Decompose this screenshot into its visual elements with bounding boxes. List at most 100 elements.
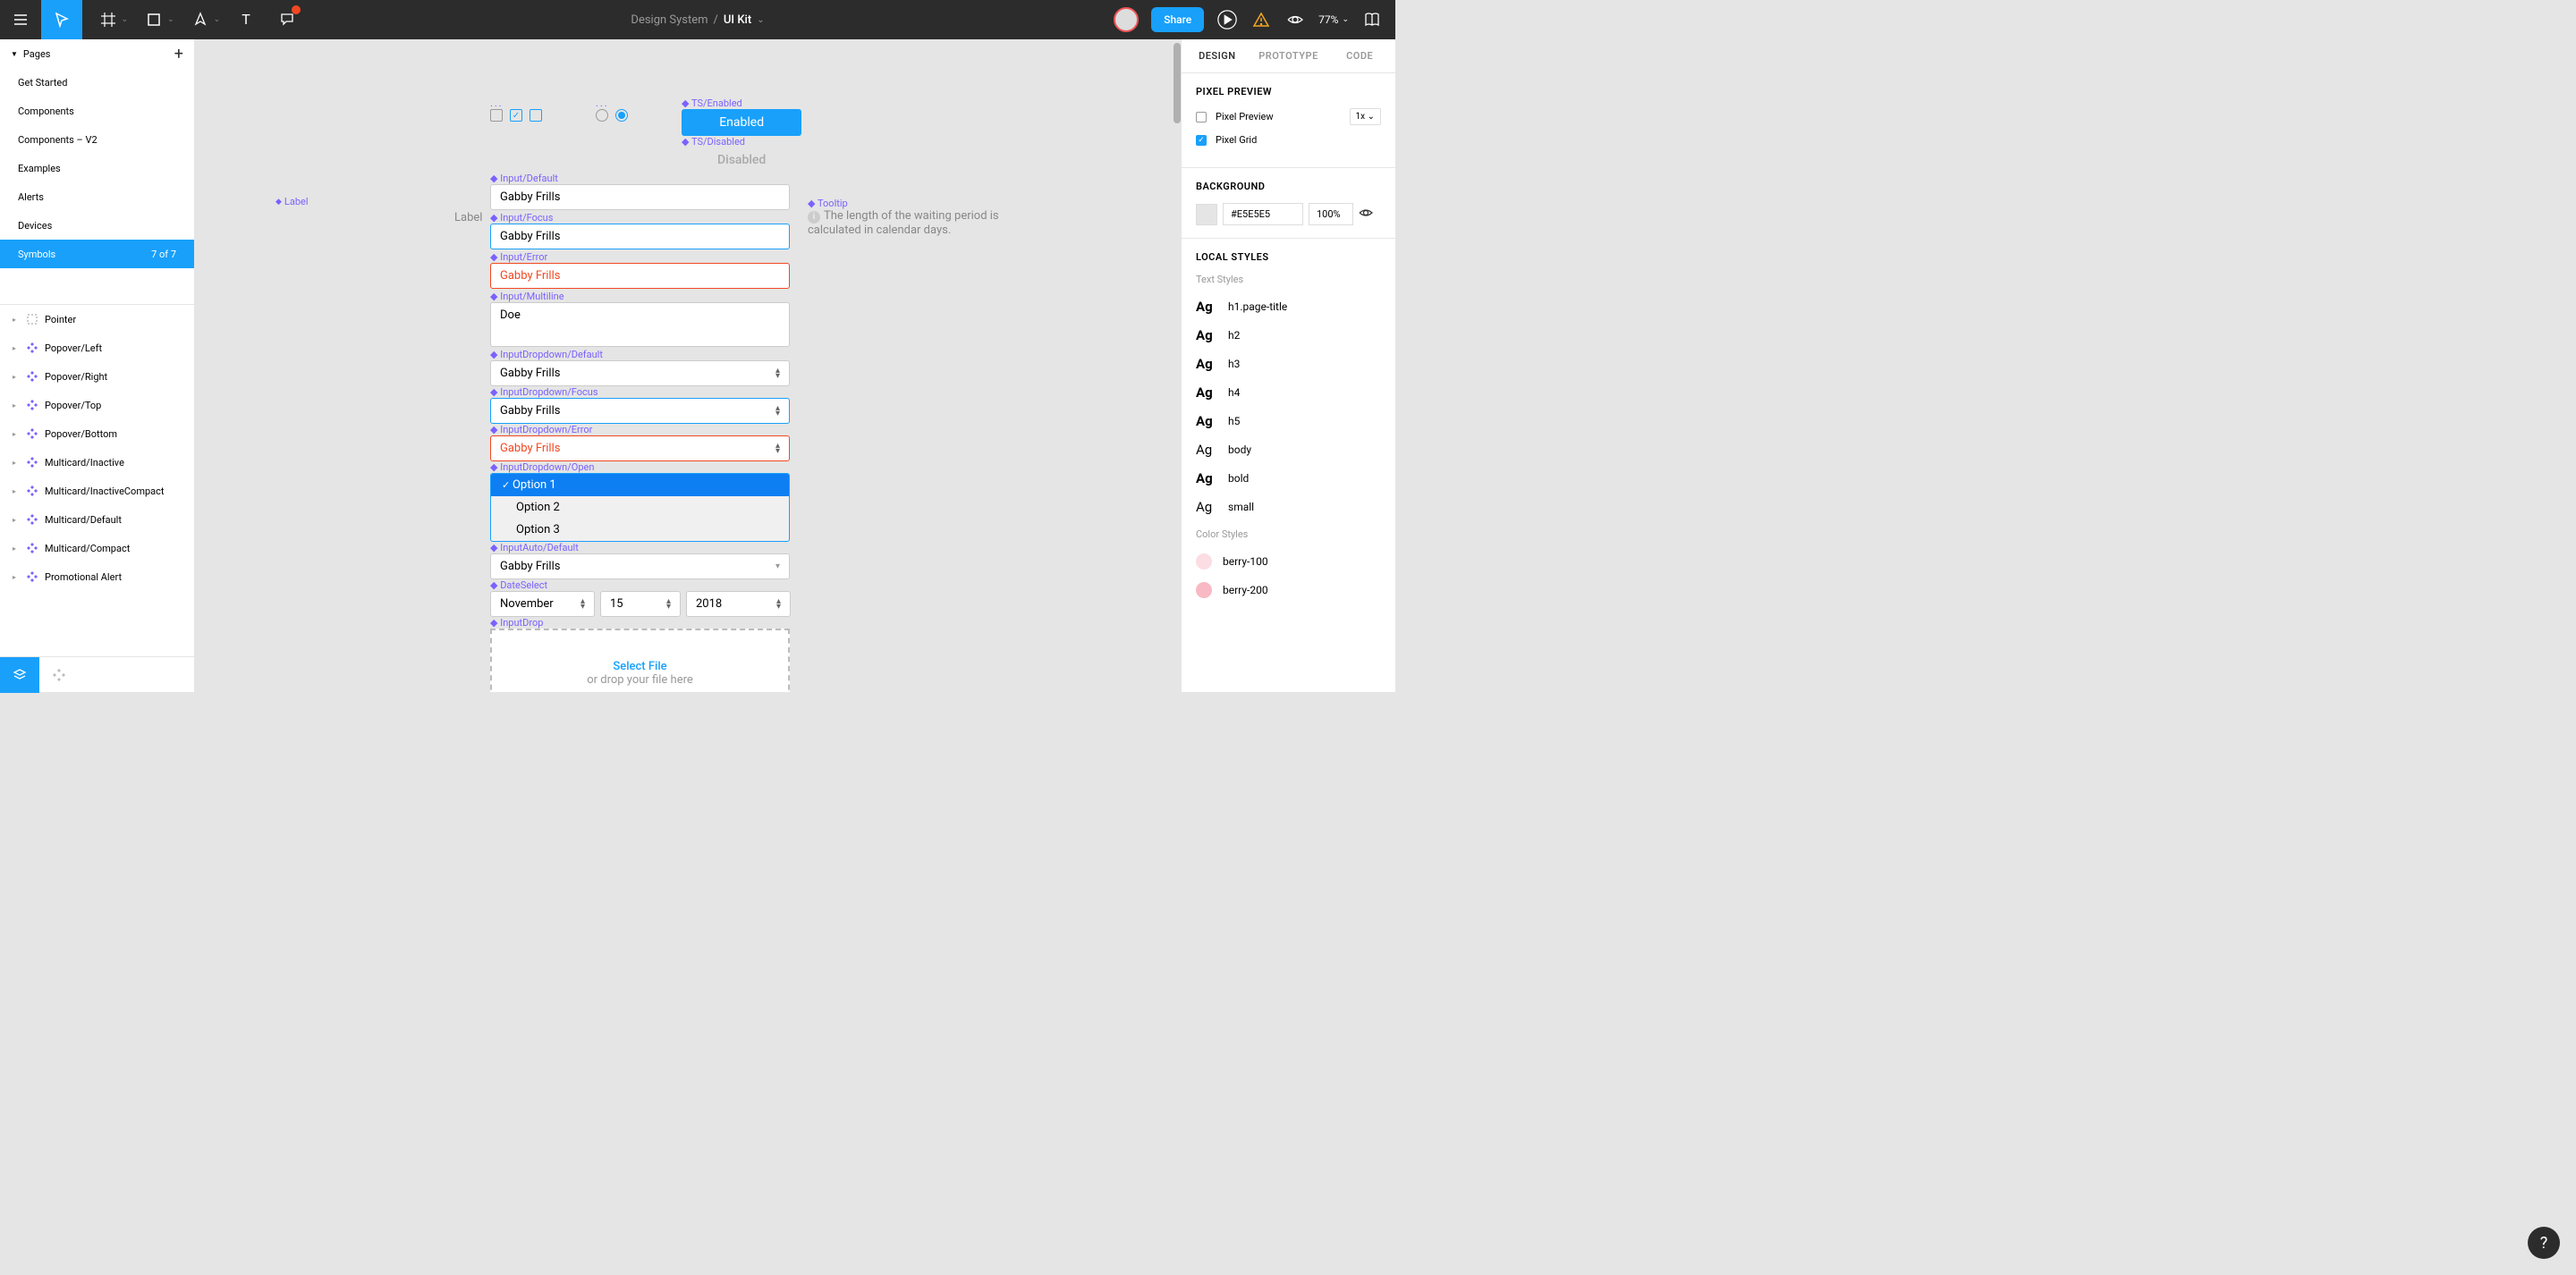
zoom-level[interactable]: 77% ⌄ [1318, 13, 1349, 26]
page-item[interactable]: Examples [0, 154, 194, 182]
background-opacity-input[interactable] [1309, 203, 1353, 225]
pixel-grid-checkbox[interactable]: ✓ [1196, 135, 1207, 146]
assets-tab[interactable] [39, 657, 79, 693]
text-style-item[interactable]: Agbold [1196, 464, 1381, 493]
input-default[interactable]: Gabby Frills [490, 184, 790, 210]
tab-prototype[interactable]: PROTOTYPE [1253, 39, 1325, 72]
button-enabled[interactable]: Enabled [682, 109, 801, 136]
background-hex-input[interactable] [1223, 203, 1303, 225]
page-item[interactable]: Devices [0, 211, 194, 240]
visibility-toggle-icon[interactable] [1359, 206, 1373, 224]
text-tool[interactable]: T [225, 0, 267, 39]
frame-label[interactable]: ◆ Input/Focus [490, 212, 801, 224]
file-drop-zone[interactable]: Select File or drop your file here [490, 629, 790, 692]
layer-item[interactable]: ▸Popover/Bottom [0, 419, 194, 448]
frame-label[interactable]: ◆ InputDropdown/Open [490, 461, 801, 473]
color-style-item[interactable]: berry-100 [1196, 547, 1381, 576]
layers-tab[interactable] [0, 657, 39, 693]
page-item[interactable]: Get Started [0, 68, 194, 97]
frame-label[interactable]: ◆ Input/Default [490, 173, 801, 184]
checkbox-focus[interactable] [530, 109, 542, 122]
page-item[interactable]: Components [0, 97, 194, 125]
frame-label[interactable]: ◆ InputDrop [490, 617, 801, 629]
page-item[interactable]: Components – V2 [0, 125, 194, 154]
layer-item[interactable]: ▸Multicard/Inactive [0, 448, 194, 477]
radio-checked[interactable] [615, 109, 628, 122]
dropdown-option[interactable]: Option 3 [491, 519, 789, 541]
dropdown-error[interactable]: Gabby Frills▴▾ [490, 435, 790, 461]
scrollbar-vertical[interactable] [1174, 43, 1181, 123]
section-title: BACKGROUND [1196, 181, 1381, 192]
background-swatch[interactable] [1196, 204, 1217, 225]
input-multiline[interactable]: Doe [490, 302, 790, 347]
move-tool[interactable] [41, 0, 82, 39]
pen-tool[interactable] [180, 0, 221, 39]
text-style-item[interactable]: Agh2 [1196, 321, 1381, 350]
frame-label[interactable]: ◆ TS/Disabled [682, 136, 801, 148]
frame-label[interactable]: ◆ TS/Enabled [682, 97, 801, 109]
text-style-item[interactable]: Agh1.page-title [1196, 292, 1381, 321]
dropdown-option[interactable]: Option 1 [491, 474, 789, 496]
present-button[interactable] [1216, 9, 1238, 30]
page-item[interactable]: Alerts [0, 182, 194, 211]
frame-label[interactable]: ◆ Input/Error [490, 251, 801, 263]
view-icon[interactable] [1284, 9, 1306, 30]
dropdown-focus[interactable]: Gabby Frills▴▾ [490, 398, 790, 424]
info-icon: i [808, 211, 820, 224]
frame-tool[interactable] [88, 0, 129, 39]
layer-item[interactable]: ▸Promotional Alert [0, 562, 194, 591]
chevron-down-icon[interactable]: ⌄ [757, 15, 764, 25]
menu-button[interactable] [0, 0, 41, 39]
frame-label[interactable]: ◆ Input/Multiline [490, 291, 801, 302]
layer-item[interactable]: ▸Popover/Top [0, 391, 194, 419]
share-button[interactable]: Share [1151, 7, 1204, 32]
text-style-item[interactable]: Agsmall [1196, 493, 1381, 521]
layer-item[interactable]: ▸Multicard/InactiveCompact [0, 477, 194, 505]
text-style-item[interactable]: Agh4 [1196, 378, 1381, 407]
pages-header[interactable]: ▼ Pages + [0, 39, 194, 68]
radio-unchecked[interactable] [596, 109, 608, 122]
checkbox-checked[interactable]: ✓ [510, 109, 522, 122]
layer-item[interactable]: ▸Multicard/Default [0, 505, 194, 534]
dropdown-default[interactable]: Gabby Frills▴▾ [490, 360, 790, 386]
frame-label[interactable]: ◆ InputDropdown/Default [490, 349, 801, 360]
frame-label[interactable]: ◆ Tooltip [808, 198, 1004, 209]
page-item-selected[interactable]: Symbols 7 of 7 [0, 240, 194, 268]
layer-item[interactable]: ▸Popover/Right [0, 362, 194, 391]
layer-item[interactable]: ▸Multicard/Compact [0, 534, 194, 562]
input-error[interactable]: Gabby Frills [490, 263, 790, 289]
frame-label[interactable]: ◆ InputDropdown/Focus [490, 386, 801, 398]
text-style-item[interactable]: Agbody [1196, 435, 1381, 464]
tab-code[interactable]: CODE [1324, 39, 1395, 72]
layer-item[interactable]: ▸Pointer [0, 305, 194, 334]
input-autocomplete[interactable]: Gabby Frills▾ [490, 553, 790, 579]
tab-design[interactable]: DESIGN [1182, 39, 1253, 72]
color-style-item[interactable]: berry-200 [1196, 576, 1381, 604]
warning-icon[interactable] [1250, 9, 1272, 30]
help-button[interactable]: ? [2528, 1227, 2560, 1259]
date-month[interactable]: November▴▾ [490, 591, 595, 617]
pixel-preview-checkbox[interactable] [1196, 112, 1207, 122]
frame-label[interactable]: ◆ InputDropdown/Error [490, 424, 801, 435]
layer-item[interactable]: ▸Popover/Left [0, 334, 194, 362]
comment-tool[interactable] [267, 0, 308, 39]
frame-label[interactable]: ◆ InputAuto/Default [490, 542, 801, 553]
library-icon[interactable] [1361, 9, 1383, 30]
add-page-button[interactable]: + [174, 45, 183, 63]
checkbox-unchecked[interactable] [490, 109, 503, 122]
text-style-item[interactable]: Agh5 [1196, 407, 1381, 435]
date-day[interactable]: 15▴▾ [600, 591, 681, 617]
dropdown-option[interactable]: Option 2 [491, 496, 789, 519]
text-style-item[interactable]: Agh3 [1196, 350, 1381, 378]
shape-tool[interactable] [133, 0, 174, 39]
dropdown-open[interactable]: Option 1 Option 2 Option 3 [490, 473, 790, 542]
canvas[interactable]: Label Label ◆ Tooltip iThe length of the… [195, 39, 1181, 692]
frame-label[interactable]: Label [275, 196, 309, 207]
pixel-preview-scale[interactable]: 1x ⌄ [1350, 108, 1381, 125]
date-year[interactable]: 2018▴▾ [686, 591, 791, 617]
breadcrumb[interactable]: Design System / UI Kit ⌄ [631, 13, 764, 27]
select-file-link[interactable]: Select File [613, 660, 666, 673]
input-focus[interactable]: Gabby Frills [490, 224, 790, 249]
frame-label[interactable]: ◆ DateSelect [490, 579, 801, 591]
avatar[interactable] [1114, 7, 1139, 32]
